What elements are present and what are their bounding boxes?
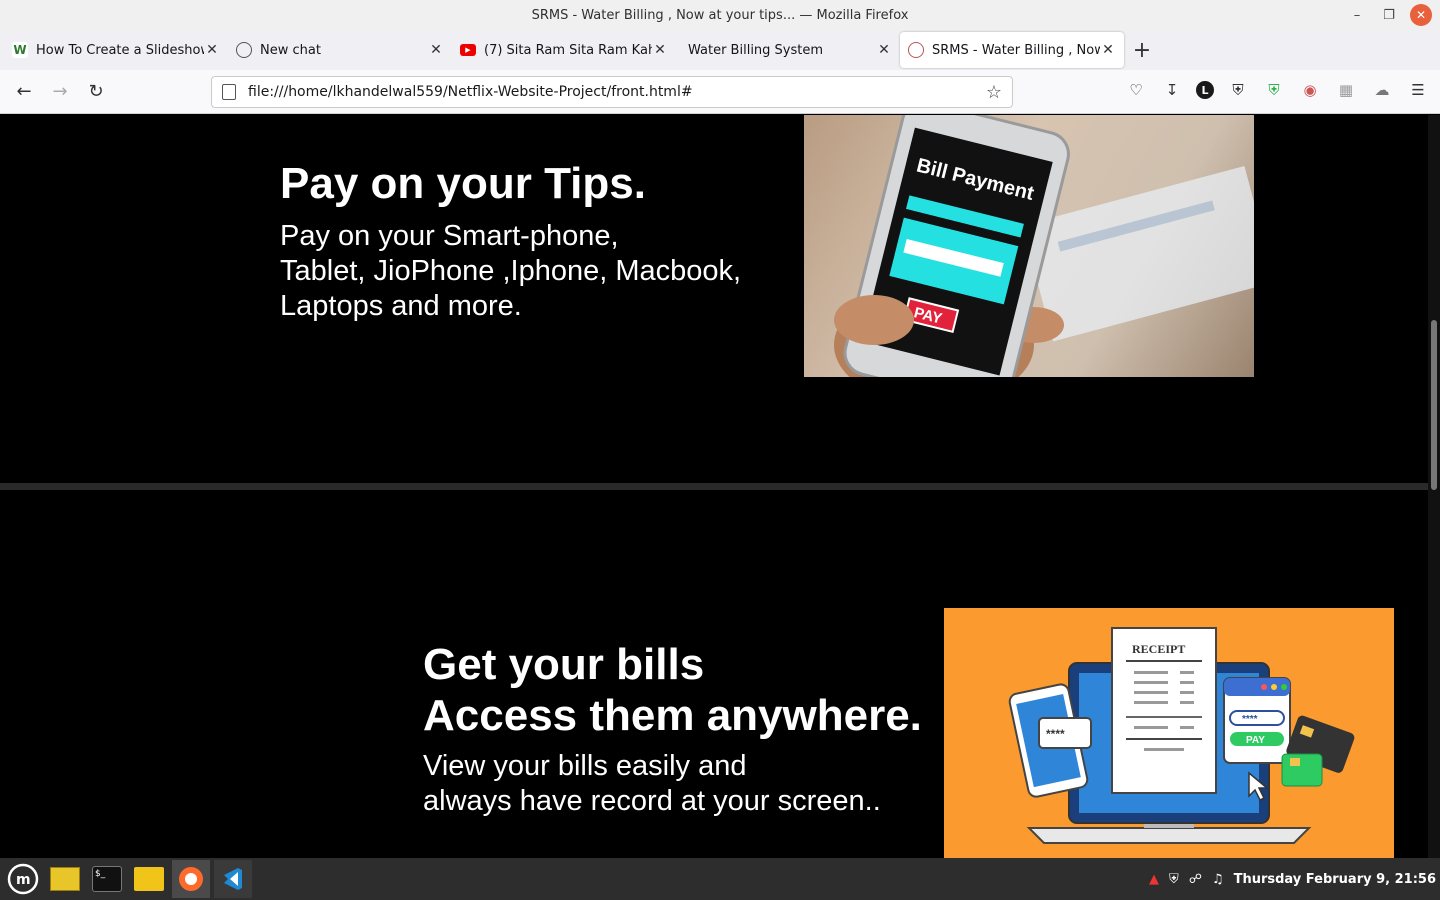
shield-tray-icon[interactable]: ⛨ — [1169, 872, 1179, 887]
url-bar[interactable]: file:///home/lkhandelwal559/Netflix-Webs… — [211, 76, 1013, 108]
extension-face-icon[interactable]: ◉ — [1298, 78, 1322, 102]
section2-heading-line: Access them anywhere. — [423, 691, 922, 740]
tab-bar: W How To Create a Slideshow ✕ New chat ✕… — [0, 30, 1440, 70]
section1-line: Pay on your Smart-phone, — [280, 220, 619, 252]
os-taskbar: m $_ ▲ ⛨ ☍ ♫ Thursday February 9, 21:56 — [0, 858, 1440, 900]
section1-heading: Pay on your Tips. — [280, 159, 646, 208]
section1-line: Laptops and more. — [280, 290, 522, 322]
youtube-icon: ▶ — [460, 44, 476, 56]
section1-text: Pay on your Smart-phone, Tablet, JioPhon… — [280, 219, 780, 324]
network-icon[interactable]: ☍ — [1189, 872, 1202, 887]
terminal-icon[interactable]: $_ — [88, 860, 126, 898]
tab-slideshow[interactable]: W How To Create a Slideshow ✕ — [4, 32, 228, 68]
receipt-laptop-image: RECEIPT **** PAY **** — [944, 608, 1394, 858]
page-scrollbar[interactable] — [1428, 115, 1440, 858]
files-icon[interactable] — [130, 860, 168, 898]
tab-water-billing[interactable]: Water Billing System ✕ — [676, 32, 900, 68]
bill-payment-phone-image: Bill Payment PAY — [804, 115, 1254, 377]
tab-new-chat[interactable]: New chat ✕ — [228, 32, 452, 68]
mint-menu-icon[interactable]: m — [4, 860, 42, 898]
maximize-icon[interactable]: ❐ — [1378, 4, 1400, 26]
openai-icon — [236, 42, 252, 58]
receipt-title-text: RECEIPT — [1132, 642, 1185, 656]
tab-srms[interactable]: SRMS - Water Billing , Now at ✕ — [900, 32, 1124, 68]
tab-label: Water Billing System — [688, 42, 824, 58]
section1-line: Tablet, JioPhone ,Iphone, Macbook, — [280, 255, 742, 287]
section2-heading: Get your bills Access them anywhere. — [423, 639, 922, 741]
image-pay-text: PAY — [1246, 735, 1265, 746]
minimize-icon[interactable]: – — [1346, 4, 1368, 26]
show-desktop-icon[interactable] — [46, 860, 84, 898]
scrollbar-thumb[interactable] — [1431, 320, 1437, 490]
page-content: Pay on your Tips. Pay on your Smart-phon… — [0, 115, 1428, 858]
download-icon[interactable]: ↧ — [1160, 78, 1184, 102]
reload-icon[interactable]: ↻ — [78, 76, 114, 108]
adblock-icon[interactable]: ⛨ — [1262, 78, 1286, 102]
tab-label: New chat — [260, 42, 321, 58]
section-divider — [0, 483, 1428, 490]
close-tab-icon[interactable]: ✕ — [1100, 42, 1116, 58]
shield-extension-icon[interactable]: ⛨ — [1226, 78, 1250, 102]
navigation-bar: ← → ↻ file:///home/lkhandelwal559/Netfli… — [0, 70, 1440, 114]
toolbar-icons: ♡ ↧ L ⛨ ⛨ ◉ ▦ ☁ ☰ — [1124, 78, 1430, 102]
close-tab-icon[interactable]: ✕ — [876, 42, 892, 58]
section2-text: View your bills easily and always have r… — [423, 749, 881, 819]
svg-text:m: m — [16, 872, 31, 888]
phone-stars-text: **** — [1046, 727, 1065, 741]
extension-l-icon[interactable]: L — [1196, 81, 1214, 99]
close-tab-icon[interactable]: ✕ — [652, 42, 668, 58]
tab-youtube[interactable]: ▶ (7) Sita Ram Sita Ram Kahiye ✕ — [452, 32, 676, 68]
section2-line: View your bills easily and — [423, 750, 747, 782]
pocket-icon[interactable]: ♡ — [1124, 78, 1148, 102]
clock[interactable]: Thursday February 9, 21:56 — [1234, 872, 1436, 887]
url-text[interactable]: file:///home/lkhandelwal559/Netflix-Webs… — [248, 84, 986, 100]
window-title: SRMS - Water Billing , Now at your tips.… — [531, 7, 909, 23]
site-icon — [908, 42, 924, 58]
sound-icon[interactable]: ♫ — [1212, 872, 1224, 887]
window-controls: – ❐ ✕ — [1346, 4, 1432, 26]
extension-cloud-icon[interactable]: ☁ — [1370, 78, 1394, 102]
menu-icon[interactable]: ☰ — [1406, 78, 1430, 102]
tab-label: How To Create a Slideshow — [36, 42, 204, 58]
forward-icon[interactable]: → — [42, 76, 78, 108]
back-icon[interactable]: ← — [6, 76, 42, 108]
page-icon — [222, 84, 236, 100]
tab-label: SRMS - Water Billing , Now at — [932, 42, 1100, 58]
tab-label: (7) Sita Ram Sita Ram Kahiye — [484, 42, 652, 58]
new-tab-icon[interactable]: + — [1124, 32, 1160, 68]
extension-grid-icon[interactable]: ▦ — [1334, 78, 1358, 102]
receipt-illustration: RECEIPT **** PAY **** — [1008, 627, 1355, 844]
window-titlebar: SRMS - Water Billing , Now at your tips.… — [0, 0, 1440, 30]
bookmark-star-icon[interactable]: ☆ — [986, 82, 1002, 103]
bill-payment-illustration: Bill Payment PAY — [834, 115, 1254, 377]
section2-line: always have record at your screen.. — [423, 785, 881, 817]
close-tab-icon[interactable]: ✕ — [204, 42, 220, 58]
password-stars-text: **** — [1242, 714, 1258, 725]
vscode-icon[interactable] — [214, 860, 252, 898]
firefox-icon[interactable] — [172, 860, 210, 898]
close-tab-icon[interactable]: ✕ — [428, 42, 444, 58]
wikihow-icon: W — [12, 42, 28, 58]
system-tray: ▲ ⛨ ☍ ♫ Thursday February 9, 21:56 — [1149, 858, 1436, 900]
update-icon[interactable]: ▲ — [1149, 872, 1159, 887]
close-window-icon[interactable]: ✕ — [1410, 4, 1432, 26]
section2-heading-line: Get your bills — [423, 640, 705, 689]
